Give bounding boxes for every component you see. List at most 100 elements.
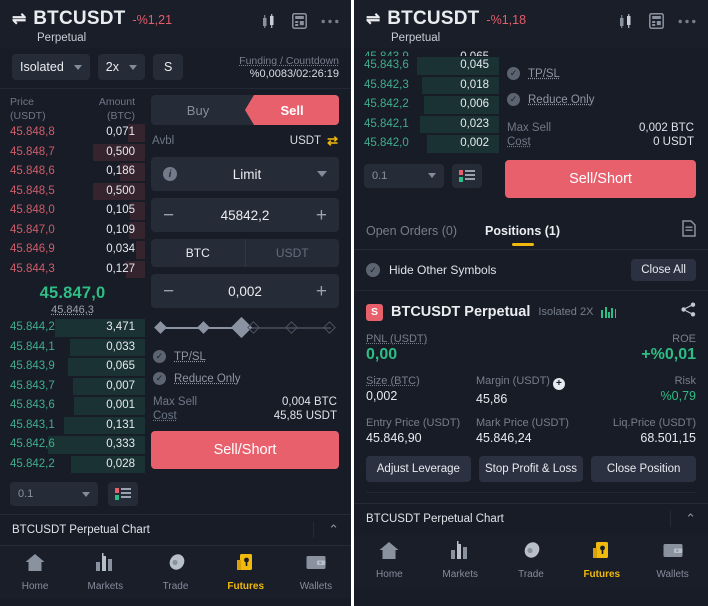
row-amount: 0,034 [106, 243, 135, 255]
swap-symbol-icon[interactable]: ⇌ [366, 9, 380, 29]
tab-open-orders[interactable]: Open Orders (0) [366, 212, 457, 250]
hide-other-symbols-label[interactable]: Hide Other Symbols [389, 263, 496, 277]
dual-screenshot-root: ⇌ BTCUSDT -%1,21 Perpetual Isolated 2x S… [0, 0, 708, 606]
sell-short-button[interactable]: Sell/Short [151, 431, 339, 469]
nav-item-trade[interactable]: Trade [496, 541, 567, 580]
document-icon[interactable] [682, 219, 696, 242]
funding-label: Funding / Countdown [239, 54, 339, 67]
leverage-selector[interactable]: 2x [97, 54, 145, 80]
nav-item-futures[interactable]: Futures [566, 541, 637, 580]
nav-item-wallets[interactable]: Wallets [281, 553, 351, 592]
ask-row[interactable]: 45.848,7 0,500 [10, 143, 145, 163]
bid-row[interactable]: 45.844,2 3,471 [10, 318, 145, 338]
tpsl-checkbox[interactable]: ✓ TP/SL [507, 67, 696, 80]
symbol-title[interactable]: BTCUSDT [33, 8, 125, 30]
buy-sell-toggle[interactable]: Buy Sell [151, 95, 339, 125]
chart-collapse-bar[interactable]: BTCUSDT Perpetual Chart ⌃ [354, 502, 708, 535]
more-icon[interactable] [678, 19, 696, 24]
unit-usdt-option[interactable]: USDT [244, 239, 340, 267]
nav-item-wallets[interactable]: Wallets [637, 541, 708, 580]
bid-row[interactable]: 45.842,2 0,028 [10, 455, 145, 475]
slider-node-25[interactable] [197, 321, 210, 334]
price-grouping-selector[interactable]: 0.1 [10, 482, 98, 506]
bid-row[interactable]: 45.844,1 0,033 [10, 338, 145, 358]
share-icon[interactable] [681, 302, 696, 322]
bid-row[interactable]: 45.842,0 0,002 [364, 134, 499, 154]
tpsl-checkbox[interactable]: ✓ TP/SL [153, 350, 339, 363]
bid-row[interactable]: 45.843,9 0,065 [10, 357, 145, 377]
position-action-close-position[interactable]: Close Position [591, 455, 697, 482]
ask-row[interactable]: 45.848,8 0,071 [10, 123, 145, 143]
nav-item-futures[interactable]: Futures [211, 553, 281, 592]
ask-row[interactable]: 45.847,0 0,109 [10, 221, 145, 241]
ask-row[interactable]: 45.846,9 0,034 [10, 240, 145, 260]
slider-node-0[interactable] [154, 321, 167, 334]
close-all-button[interactable]: Close All [631, 259, 696, 281]
price-input-field[interactable]: − 45842,2 + [151, 198, 339, 232]
calculator-icon[interactable] [292, 13, 307, 29]
mini-candles-icon[interactable] [601, 306, 617, 318]
quantity-input-field[interactable]: − 0,002 + [151, 274, 339, 308]
depth-view-icon[interactable] [452, 163, 482, 188]
sell-tab[interactable]: Sell [245, 95, 339, 125]
nav-item-markets[interactable]: Markets [70, 552, 140, 592]
price-value[interactable]: 45842,2 [221, 208, 270, 223]
cost-row: Cost 0 USDT [507, 136, 694, 148]
quantity-unit-toggle[interactable]: BTC USDT [151, 239, 339, 267]
price-increment-button[interactable]: + [316, 206, 327, 225]
chevron-up-icon[interactable]: ⌃ [313, 522, 339, 538]
position-action-adjust-leverage[interactable]: Adjust Leverage [366, 455, 471, 482]
calculator-icon[interactable] [649, 13, 664, 29]
depth-view-icon[interactable] [108, 482, 138, 506]
ask-row[interactable]: 45.848,6 0,186 [10, 162, 145, 182]
ask-row[interactable]: 45.844,3 0,127 [10, 260, 145, 280]
swap-symbol-icon[interactable]: ⇌ [12, 9, 26, 29]
chart-collapse-bar[interactable]: BTCUSDT Perpetual Chart ⌃ [0, 514, 351, 546]
nav-item-markets[interactable]: Markets [425, 541, 496, 580]
preview-toggle[interactable]: S [152, 54, 184, 80]
order-type-selector[interactable]: i Limit [151, 157, 339, 191]
bid-row[interactable]: 45.842,6 0,333 [10, 435, 145, 455]
price-decrement-button[interactable]: − [163, 206, 174, 225]
chevron-up-icon[interactable]: ⌃ [670, 511, 696, 527]
bid-row[interactable]: 45.842,2 0,006 [364, 95, 499, 115]
qty-increment-button[interactable]: + [316, 282, 327, 301]
symbol-title[interactable]: BTCUSDT [387, 8, 479, 30]
qty-decrement-button[interactable]: − [163, 282, 174, 301]
check-icon[interactable]: ✓ [366, 263, 380, 277]
bid-row[interactable]: 45.842,1 0,023 [364, 115, 499, 135]
add-margin-icon[interactable]: + [552, 377, 565, 390]
candles-icon[interactable] [618, 13, 635, 29]
nav-item-trade[interactable]: Trade [140, 553, 210, 592]
info-icon[interactable]: i [163, 167, 177, 181]
percent-slider[interactable] [153, 315, 337, 341]
avbl-currency-group[interactable]: USDT ⇄ [290, 133, 338, 149]
candles-icon[interactable] [261, 13, 278, 29]
right-order-form: ✓ TP/SL ✓ Reduce Only Max Sell 0,002 BTC… [499, 48, 708, 198]
slider-node-50[interactable] [246, 321, 260, 334]
bid-row[interactable]: 45.843,1 0,131 [10, 416, 145, 436]
slider-node-75[interactable] [285, 321, 299, 334]
ask-row[interactable]: 45.848,5 0,500 [10, 182, 145, 202]
slider-node-100[interactable] [323, 321, 336, 334]
bid-row[interactable]: 45.843,6 0,045 [364, 56, 499, 76]
swap-currency-icon[interactable]: ⇄ [327, 133, 338, 149]
quantity-value[interactable]: 0,002 [228, 284, 262, 299]
bid-row[interactable]: 45.842,3 0,018 [364, 76, 499, 96]
margin-mode-selector[interactable]: Isolated [12, 54, 90, 80]
nav-item-home[interactable]: Home [0, 553, 70, 592]
reduce-only-checkbox[interactable]: ✓ Reduce Only [153, 372, 339, 385]
nav-item-home[interactable]: Home [354, 541, 425, 580]
position-action-stop-profit-loss[interactable]: Stop Profit & Loss [478, 455, 584, 482]
unit-btc-option[interactable]: BTC [151, 239, 245, 267]
ask-row[interactable]: 45.848,0 0,105 [10, 201, 145, 221]
buy-tab[interactable]: Buy [151, 95, 245, 125]
sell-short-button[interactable]: Sell/Short [505, 160, 696, 198]
funding-countdown[interactable]: Funding / Countdown %0,0083/02:26:19 [239, 55, 339, 80]
bid-row[interactable]: 45.843,6 0,001 [10, 396, 145, 416]
more-icon[interactable] [321, 19, 339, 24]
bid-row[interactable]: 45.843,7 0,007 [10, 377, 145, 397]
tab-positions[interactable]: Positions (1) [485, 212, 560, 250]
reduce-only-checkbox[interactable]: ✓ Reduce Only [507, 93, 696, 106]
price-grouping-selector[interactable]: 0.1 [364, 163, 444, 188]
